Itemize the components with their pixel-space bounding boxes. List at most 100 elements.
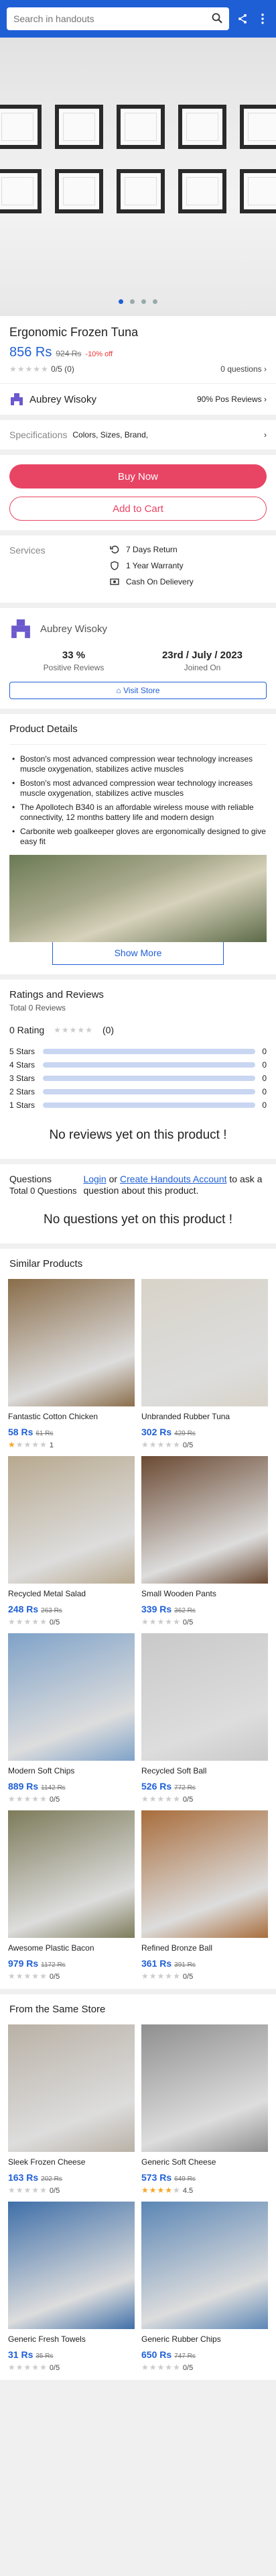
more-options-icon[interactable] [256, 12, 269, 25]
same-store-title: From the Same Store [9, 2004, 106, 2015]
product-card[interactable]: Fantastic Cotton Chicken 58 Rs 61 Rs ★★★★★ … [8, 1279, 135, 1449]
detail-bullet: Boston's most advanced compression wear … [9, 778, 267, 798]
detail-bullet: Boston's most advanced compression wear … [9, 754, 267, 774]
product-card-name: Fantastic Cotton Chicken [8, 1412, 98, 1421]
product-card-rating: 1 [49, 1441, 54, 1449]
rating-bar-label: 3 Stars [9, 1074, 36, 1083]
star-rating-icon: ★★★★★ [9, 364, 49, 374]
product-card-old-price: 263 Rs [41, 1607, 62, 1614]
carousel-dot[interactable] [119, 299, 123, 304]
rating-bar-track [43, 1102, 256, 1108]
product-card-name: Recycled Soft Ball [141, 1766, 207, 1775]
product-card-name: Modern Soft Chips [8, 1766, 75, 1775]
login-link[interactable]: Login [83, 1174, 106, 1184]
rating-bar-track [43, 1062, 256, 1068]
product-rating[interactable]: ★★★★★ 0/5 (0) [9, 364, 74, 374]
product-card-image [141, 1279, 268, 1406]
star-rating-icon: ★★★★★ [141, 1794, 181, 1804]
questions-link[interactable]: 0 questions › [220, 364, 267, 374]
product-card-rating: 0/5 [49, 2187, 60, 2195]
product-card-price: 31 Rs [8, 2349, 33, 2360]
questions-title: Questions [9, 1174, 52, 1184]
rating-count: (0) [102, 1025, 115, 1035]
rating-label: 0 Rating [9, 1025, 45, 1035]
rating-bar-track [43, 1049, 256, 1054]
carousel-dot[interactable] [130, 299, 135, 304]
product-card-rating: 0/5 [49, 2364, 60, 2372]
product-card-price: 163 Rs [8, 2172, 39, 2183]
rating-bar-row: 5 Stars 0 [9, 1045, 267, 1058]
detail-bullet: Carbonite web goalkeeper gloves are ergo… [9, 827, 267, 847]
rating-bar-count: 0 [262, 1060, 267, 1070]
positive-reviews-label: Positive Reviews [43, 663, 105, 672]
star-rating-icon: ★★★★★ [141, 2185, 181, 2195]
top-bar [0, 0, 276, 38]
specifications-value: Colors, Sizes, Brand, [72, 430, 149, 440]
product-card[interactable]: Modern Soft Chips 889 Rs 1142 Rs ★★★★★ 0/5 [8, 1633, 135, 1804]
rating-bar-row: 3 Stars 0 [9, 1072, 267, 1085]
product-card-old-price: 61 Rs [36, 1430, 54, 1437]
rating-bar-row: 1 Stars 0 [9, 1098, 267, 1112]
product-card-price: 248 Rs [8, 1604, 39, 1614]
search-icon[interactable] [212, 13, 222, 25]
product-card-name: Sleek Frozen Cheese [8, 2157, 86, 2167]
product-card[interactable]: Recycled Metal Salad 248 Rs 263 Rs ★★★★★ 0/… [8, 1456, 135, 1627]
no-reviews-message: No reviews yet on this product ! [49, 1128, 227, 1142]
product-card-name: Refined Bronze Ball [141, 1943, 213, 1953]
product-card[interactable]: Sleek Frozen Cheese 163 Rs 202 Rs ★★★★★ 0/5 [8, 2024, 135, 2195]
specifications-row[interactable]: Specifications Colors, Sizes, Brand, › [0, 420, 276, 450]
product-card-rating: 0/5 [49, 1618, 60, 1627]
product-card-image [8, 2024, 135, 2152]
product-card-rating: 0/5 [182, 1973, 194, 1981]
product-card-image [141, 1633, 268, 1761]
rating-bar-track [43, 1089, 256, 1094]
product-image-carousel[interactable] [0, 38, 276, 316]
product-card-old-price: 772 Rs [174, 1784, 196, 1792]
return-icon [110, 546, 119, 554]
rating-bar-track [43, 1076, 256, 1081]
chevron-right-icon: › [264, 364, 267, 374]
buy-now-button[interactable]: Buy Now [9, 464, 267, 488]
product-card-old-price: 1172 Rs [41, 1961, 66, 1969]
product-price: 856 Rs [9, 345, 52, 360]
chevron-right-icon: › [264, 395, 267, 404]
product-card[interactable]: Refined Bronze Ball 361 Rs 391 Rs ★★★★★ 0/5 [141, 1810, 268, 1981]
product-card[interactable]: Generic Fresh Towels 31 Rs 35 Rs ★★★★★ 0/5 [8, 2202, 135, 2372]
search-input[interactable] [13, 13, 212, 24]
rating-bar-label: 5 Stars [9, 1047, 36, 1056]
show-more-button[interactable]: Show More [52, 941, 224, 965]
product-card-old-price: 362 Rs [174, 1607, 196, 1614]
product-card-old-price: 747 Rs [174, 2353, 196, 2360]
product-card-price: 979 Rs [8, 1958, 39, 1969]
product-card-name: Awesome Plastic Bacon [8, 1943, 94, 1953]
seller-row[interactable]: Aubrey Wisoky 90% Pos Reviews › [0, 383, 276, 415]
detail-bullet: The Apollotech B340 is an affordable wir… [9, 803, 267, 823]
similar-products-title: Similar Products [9, 1258, 83, 1270]
product-card[interactable]: Generic Soft Cheese 573 Rs 649 Rs ★★★★★ 4.5 [141, 2024, 268, 2195]
product-card-image [8, 2202, 135, 2329]
product-card[interactable]: Awesome Plastic Bacon 979 Rs 1172 Rs ★★★★★ … [8, 1810, 135, 1981]
carousel-dots[interactable] [0, 299, 276, 304]
product-card[interactable]: Recycled Soft Ball 526 Rs 772 Rs ★★★★★ 0/5 [141, 1633, 268, 1804]
search-box[interactable] [7, 7, 229, 30]
carousel-dot[interactable] [153, 299, 157, 304]
product-image [0, 105, 276, 234]
product-card-image [141, 1456, 268, 1584]
same-store-grid: Sleek Frozen Cheese 163 Rs 202 Rs ★★★★★ 0/5… [0, 2024, 276, 2380]
warranty-icon [111, 561, 119, 570]
product-card-price: 58 Rs [8, 1427, 33, 1437]
product-card-rating: 0/5 [182, 1441, 194, 1449]
create-account-link[interactable]: Create Handouts Account [120, 1174, 227, 1184]
carousel-dot[interactable] [141, 299, 146, 304]
visit-store-button[interactable]: ⌂ Visit Store [9, 682, 267, 699]
product-card[interactable]: Unbranded Rubber Tuna 302 Rs 429 Rs ★★★★★ 0… [141, 1279, 268, 1449]
add-to-cart-button[interactable]: Add to Cart [9, 497, 267, 521]
seller-positive: 90% Pos Reviews [196, 395, 262, 404]
store-icon: ⌂ [116, 686, 121, 695]
product-card[interactable]: Generic Rubber Chips 650 Rs 747 Rs ★★★★★ 0/… [141, 2202, 268, 2372]
product-card-price: 339 Rs [141, 1604, 172, 1614]
star-rating-icon: ★★★★★ [8, 2363, 48, 2372]
product-card[interactable]: Small Wooden Pants 339 Rs 362 Rs ★★★★★ 0/5 [141, 1456, 268, 1627]
share-icon[interactable] [236, 12, 249, 25]
product-details-title: Product Details [9, 723, 78, 735]
